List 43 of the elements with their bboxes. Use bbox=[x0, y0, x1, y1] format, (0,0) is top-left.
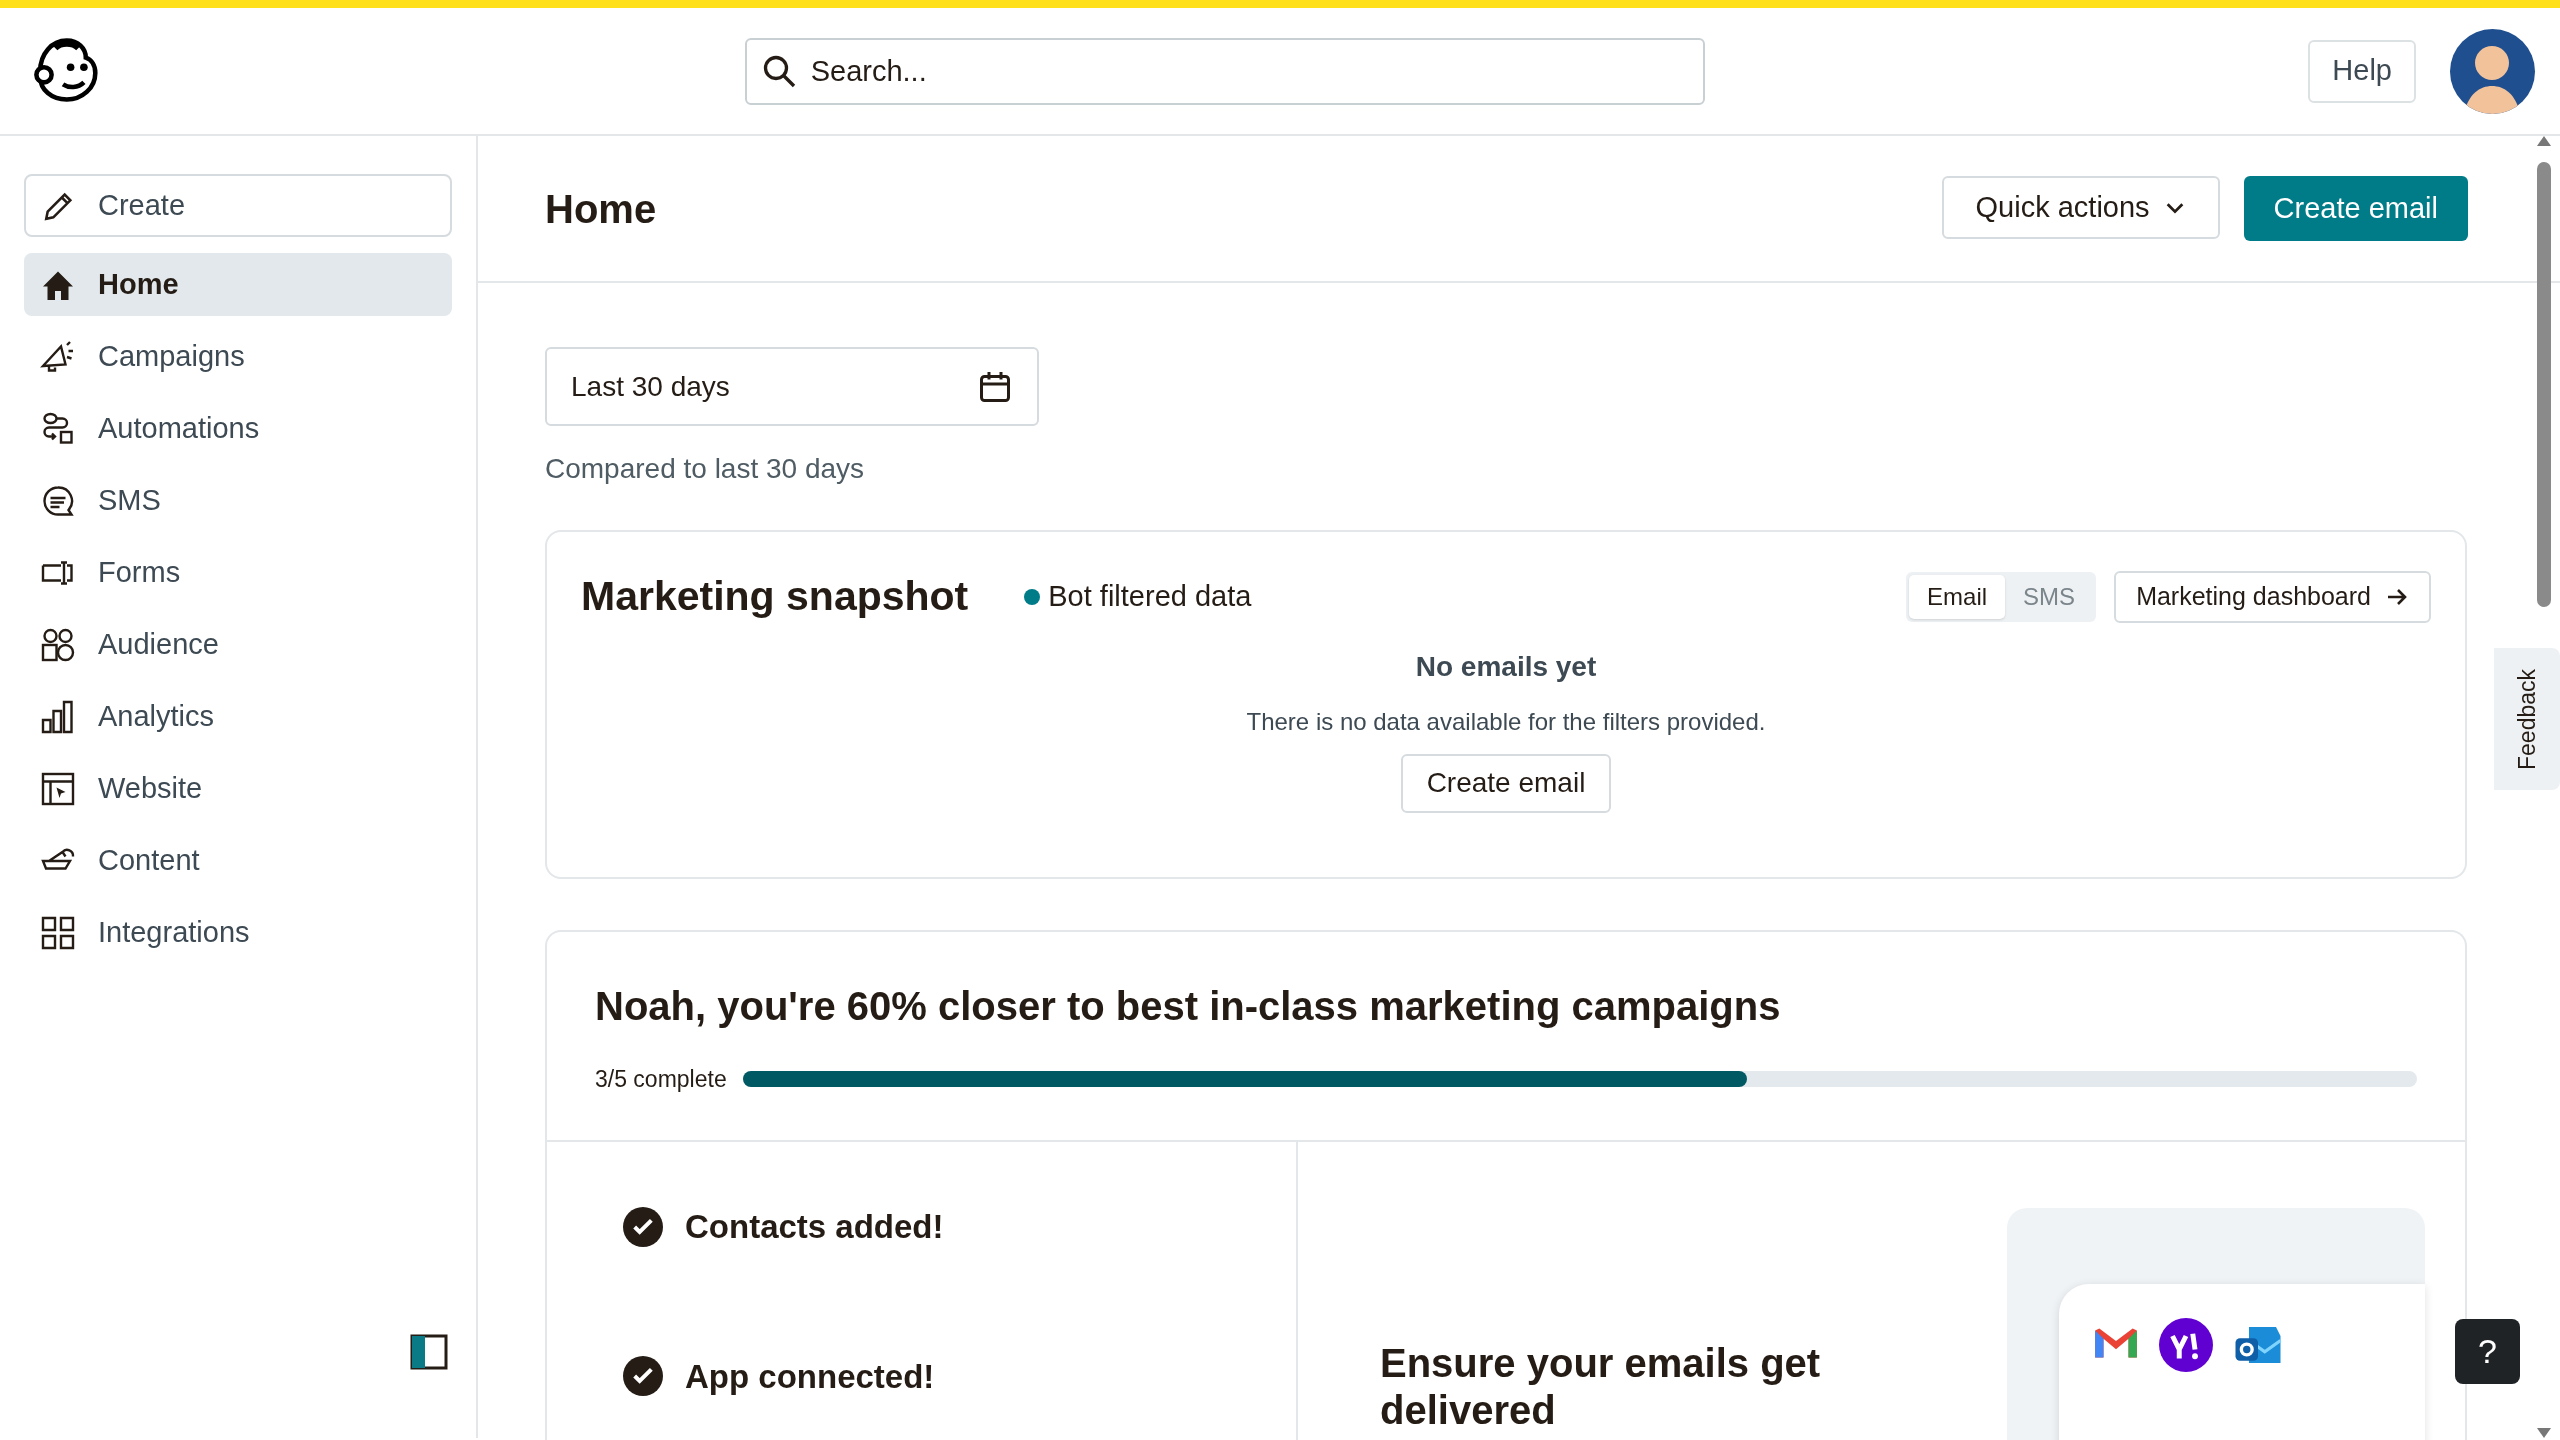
help-button[interactable]: Help bbox=[2308, 39, 2416, 103]
scroll-down-icon[interactable] bbox=[2537, 1428, 2551, 1438]
empty-state-text: There is no data available for the filters provided. bbox=[1246, 706, 1766, 737]
empty-state-title: No emails yet bbox=[1415, 649, 1597, 684]
page-title: Home bbox=[545, 185, 657, 233]
quick-actions-button[interactable]: Quick actions bbox=[1941, 176, 2220, 239]
sidebar-item[interactable]: Automations bbox=[24, 397, 452, 460]
help-button[interactable]: ? bbox=[2455, 1319, 2520, 1384]
filter-label: Bot filtered data bbox=[1048, 579, 1252, 614]
create-email-button[interactable]: Create email bbox=[2243, 176, 2468, 241]
search-field[interactable]: Search... bbox=[744, 37, 1705, 105]
sidebar-item[interactable]: Campaigns bbox=[24, 325, 452, 388]
feedback-tab[interactable]: Feedback bbox=[2494, 648, 2560, 790]
sidebar-item[interactable]: Content bbox=[24, 829, 452, 892]
progress-text: 3/5 complete bbox=[595, 1065, 727, 1094]
sidebar-toggle-icon[interactable] bbox=[410, 1334, 448, 1370]
step-label: Contacts added! bbox=[685, 1207, 944, 1247]
scrollbar-thumb[interactable] bbox=[2537, 162, 2551, 607]
date-range-field[interactable]: Last 30 days bbox=[545, 347, 1039, 426]
chat-logo-icon bbox=[2159, 1318, 2213, 1372]
comparison-text: Compared to last 30 days bbox=[545, 452, 866, 486]
sidebar-item[interactable]: Forms bbox=[24, 541, 452, 604]
feature-title: Ensure your emails get delivered bbox=[1380, 1340, 1822, 1434]
grid-icon bbox=[40, 914, 76, 951]
sidebar-item[interactable]: Website bbox=[24, 757, 452, 820]
sidebar-item[interactable]: Integrations bbox=[24, 901, 452, 964]
sidebar-item[interactable]: Home bbox=[24, 253, 452, 316]
flow-icon bbox=[40, 410, 76, 447]
sidebar-item[interactable]: SMS bbox=[24, 469, 452, 532]
create-email-button[interactable]: Create email bbox=[1400, 753, 1612, 813]
step-label: App connected! bbox=[685, 1356, 935, 1397]
scroll-up-icon[interactable] bbox=[2537, 136, 2551, 146]
megaphone-icon bbox=[40, 338, 76, 375]
sidebar-item[interactable]: Analytics bbox=[24, 685, 452, 748]
create-button[interactable]: Create bbox=[24, 174, 452, 237]
window-icon bbox=[40, 770, 76, 807]
sidebar-item[interactable]: Audience bbox=[24, 613, 452, 676]
bar-chart-icon bbox=[40, 698, 76, 735]
channel-tab[interactable]: Email bbox=[1909, 574, 2006, 619]
people-icon bbox=[40, 626, 76, 663]
card-title: Marketing snapshot bbox=[581, 572, 969, 621]
card-title: Noah, you're 60% closer to best in-class marketing campaigns bbox=[595, 983, 1782, 1030]
dashboard-link[interactable]: Marketing dashboard bbox=[2114, 570, 2431, 623]
